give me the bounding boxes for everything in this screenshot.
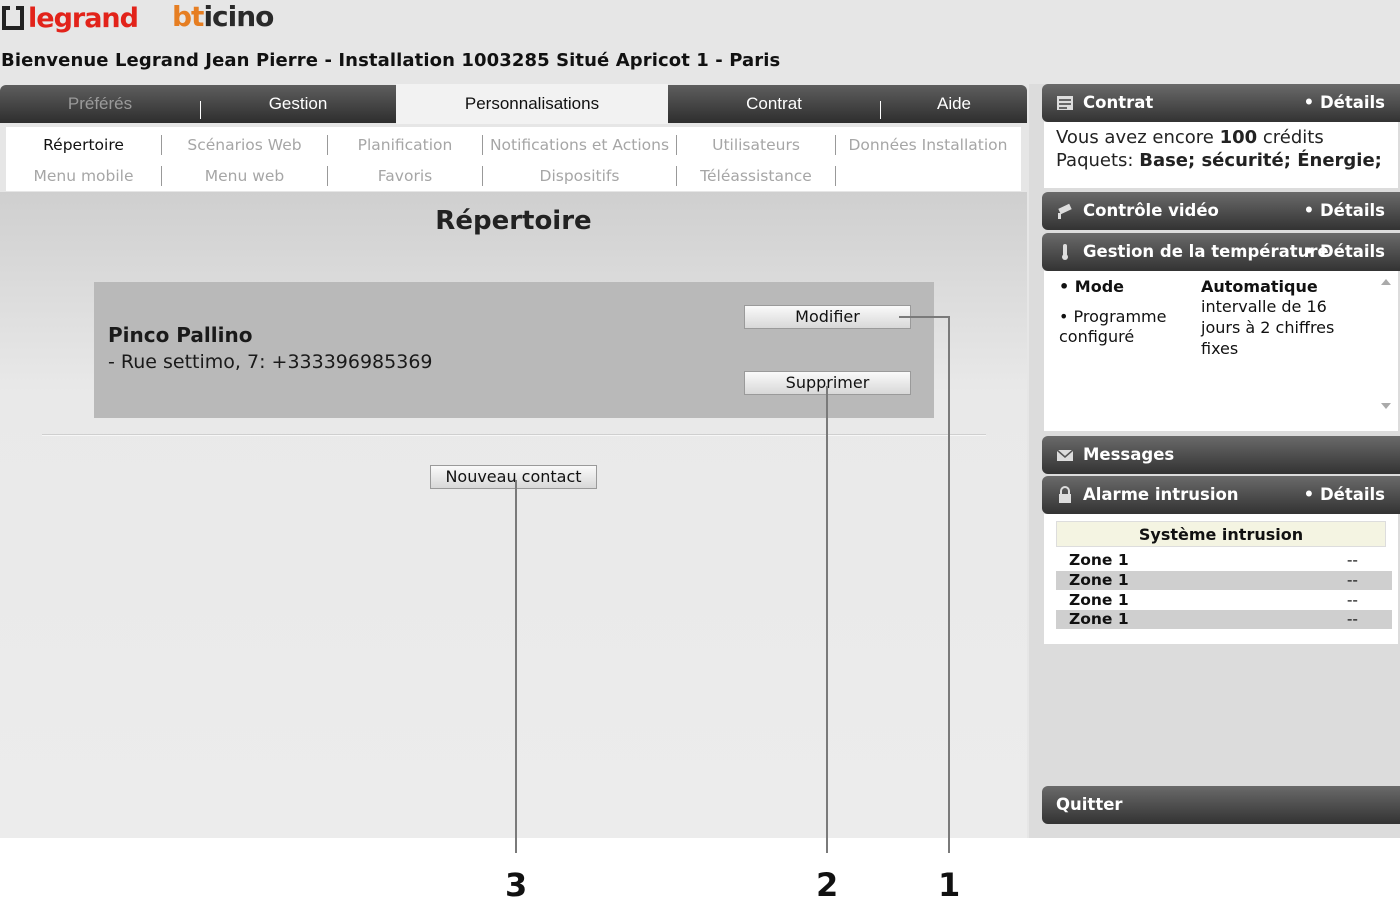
credits-suffix: crédits [1257,127,1324,148]
contact-name: Pinco Pallino [108,323,253,347]
temperature-program-label: • Programme [1059,307,1167,326]
divider [42,434,986,436]
zone-name: Zone 1 [1069,591,1129,609]
zone-value: -- [1346,610,1358,628]
credits-count: 100 [1219,127,1258,148]
temperature-program-value-3: fixes [1201,339,1239,358]
modify-button[interactable]: Modifier [744,305,911,329]
subnav-donnees-installation[interactable]: Données Installation [836,131,1020,159]
legrand-mark-icon [2,6,24,30]
temperature-panel-header[interactable]: Gestion de la température • Détails [1042,233,1400,271]
subnav-separator [835,166,836,186]
tab-gestion[interactable]: Gestion [201,85,395,123]
credits-prefix: Vous avez encore [1056,127,1220,148]
temperature-mode-value: Automatique [1201,277,1318,296]
subnav-planification[interactable]: Planification [328,131,482,159]
zone-name: Zone 1 [1069,610,1129,628]
tab-personnalisations[interactable]: Personnalisations [396,84,668,124]
subnav-teleassistance[interactable]: Téléassistance [677,162,835,190]
subnav-utilisateurs[interactable]: Utilisateurs [677,131,835,159]
thermometer-icon [1062,244,1068,260]
tab-contrat[interactable]: Contrat [668,85,880,123]
video-details-link[interactable]: • Détails [1304,192,1385,230]
scroll-up-icon[interactable] [1381,279,1391,285]
video-panel-header[interactable]: Contrôle vidéo • Détails [1042,192,1400,230]
bticino-logo-rest: icino [203,0,274,33]
subnav-menu-web[interactable]: Menu web [162,162,327,190]
zone-row: Zone 1 -- [1056,571,1392,590]
temperature-program-label-2: configuré [1059,327,1135,346]
callout-line-3 [515,480,517,853]
welcome-banner: Bienvenue Legrand Jean Pierre - Installa… [1,50,781,71]
figure-footer [0,838,1400,911]
zone-row: Zone 1 -- [1056,610,1392,629]
zone-name: Zone 1 [1069,551,1129,569]
zone-value: -- [1346,591,1358,609]
subnav-repertoire[interactable]: Répertoire [6,131,161,159]
sub-navigation: Répertoire Scénarios Web Planification N… [6,127,1021,191]
zone-row: Zone 1 -- [1056,591,1392,610]
callout-line-1 [948,316,950,853]
callout-number-2: 2 [816,866,839,904]
callout-line-2 [826,386,828,853]
messages-panel-header[interactable]: Messages [1042,436,1400,474]
document-icon [1057,96,1073,110]
page-title: Répertoire [435,206,592,236]
callout-line-1 [899,316,949,318]
app-window: legrand bt icino Bienvenue Legrand Jean P… [0,0,1400,911]
callout-number-1: 1 [938,866,961,904]
zone-value: -- [1346,571,1358,589]
temperature-program-value-1: intervalle de 16 [1201,297,1327,316]
subnav-notifications[interactable]: Notifications et Actions [483,131,676,159]
main-tab-bar: Préférés Gestion Personnalisations Contr… [0,84,1027,124]
contract-details-link[interactable]: • Détails [1304,84,1385,122]
tab-preferes[interactable]: Préférés [0,85,200,123]
quit-button[interactable]: Quitter [1042,786,1400,824]
new-contact-button[interactable]: Nouveau contact [430,465,597,489]
subnav-dispositifs[interactable]: Dispositifs [483,162,676,190]
intrusion-system-title: Système intrusion [1056,521,1386,547]
subnav-scenarios-web[interactable]: Scénarios Web [162,131,327,159]
temperature-details-link[interactable]: • Détails [1304,233,1385,271]
lock-icon [1059,486,1071,503]
legrand-logo-text: legrand [28,2,139,34]
messages-title: Messages [1083,445,1175,464]
bticino-logo: bt icino [172,0,274,33]
subnav-menu-mobile[interactable]: Menu mobile [6,162,161,190]
tab-aide[interactable]: Aide [881,85,1027,123]
callout-number-3: 3 [505,866,528,904]
intrusion-details-link[interactable]: • Détails [1304,476,1385,514]
packages-prefix: Paquets: [1056,150,1140,171]
contact-card [94,282,934,418]
legrand-logo: legrand [2,0,139,36]
bticino-logo-prefix: bt [172,0,204,33]
contract-panel-header[interactable]: Contrat • Détails [1042,84,1400,122]
zone-value: -- [1346,551,1358,569]
quit-label: Quitter [1056,795,1123,814]
temperature-title: Gestion de la température [1083,242,1329,261]
temperature-scrollbar[interactable] [1378,273,1394,415]
intrusion-panel-header[interactable]: Alarme intrusion • Détails [1042,476,1400,514]
contract-credits: Vous avez encore 100 crédits [1056,127,1324,148]
zone-name: Zone 1 [1069,571,1129,589]
contract-packages: Paquets: Base; sécurité; Énergie; [1056,150,1382,171]
zone-row: Zone 1 -- [1056,551,1392,570]
camera-icon [1058,203,1072,219]
video-title: Contrôle vidéo [1083,201,1219,220]
contract-title: Contrat [1083,93,1154,112]
temperature-program-value-2: jours à 2 chiffres [1201,318,1335,337]
envelope-icon [1056,449,1074,461]
subnav-favoris[interactable]: Favoris [328,162,482,190]
contact-detail: - Rue settimo, 7: +333396985369 [108,351,433,373]
scroll-down-icon[interactable] [1381,403,1391,409]
packages-list: Base; sécurité; Énergie; [1139,150,1382,171]
intrusion-title: Alarme intrusion [1083,485,1239,504]
temperature-mode-label: • Mode [1059,277,1125,296]
